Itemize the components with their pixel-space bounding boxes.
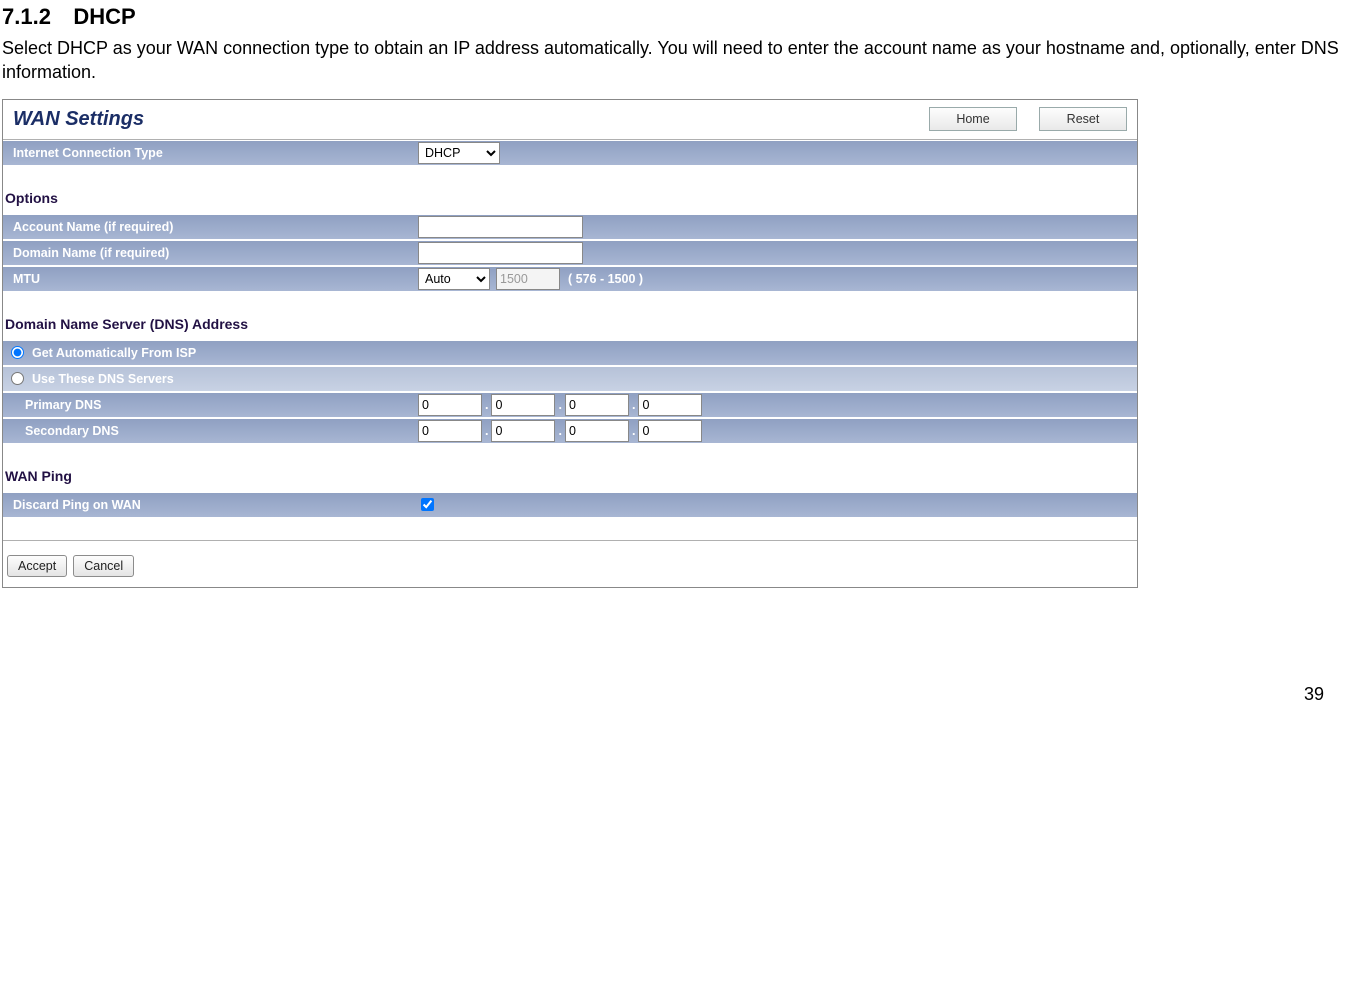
accept-button[interactable]: Accept — [7, 555, 67, 577]
divider — [3, 540, 1137, 541]
primary-dns-octet-1[interactable] — [418, 394, 482, 416]
secondary-dns-octet-2[interactable] — [491, 420, 555, 442]
mtu-row: MTU Auto ( 576 - 1500 ) — [3, 266, 1137, 292]
home-button[interactable]: Home — [929, 107, 1017, 131]
domain-name-row: Domain Name (if required) — [3, 240, 1137, 266]
secondary-dns-octet-4[interactable] — [638, 420, 702, 442]
domain-name-input[interactable] — [418, 242, 583, 264]
account-name-input[interactable] — [418, 216, 583, 238]
page-title: WAN Settings — [3, 100, 929, 139]
dot-icon: . — [485, 424, 488, 438]
options-heading: Options — [3, 166, 1137, 214]
mtu-mode-select[interactable]: Auto — [418, 268, 490, 290]
internet-connection-type-label: Internet Connection Type — [13, 146, 418, 160]
internet-connection-type-select[interactable]: DHCP — [418, 142, 500, 164]
discard-ping-row: Discard Ping on WAN — [3, 492, 1137, 518]
dns-use-label: Use These DNS Servers — [32, 372, 174, 386]
secondary-dns-row: Secondary DNS . . . — [3, 418, 1137, 444]
account-name-label: Account Name (if required) — [13, 220, 418, 234]
page-number: 39 — [0, 588, 1348, 717]
dns-auto-label: Get Automatically From ISP — [32, 346, 196, 360]
section-number: 7.1.2 — [2, 4, 51, 30]
internet-connection-type-row: Internet Connection Type DHCP — [3, 140, 1137, 166]
secondary-dns-octet-1[interactable] — [418, 420, 482, 442]
primary-dns-octet-4[interactable] — [638, 394, 702, 416]
mtu-label: MTU — [13, 272, 418, 286]
mtu-value-input — [496, 268, 560, 290]
secondary-dns-label: Secondary DNS — [25, 424, 418, 438]
dot-icon: . — [632, 424, 635, 438]
wan-ping-heading: WAN Ping — [3, 444, 1137, 492]
dot-icon: . — [632, 398, 635, 412]
domain-name-label: Domain Name (if required) — [13, 246, 418, 260]
dns-auto-radio[interactable] — [11, 346, 24, 359]
section-intro-text: Select DHCP as your WAN connection type … — [0, 32, 1348, 99]
dns-heading: Domain Name Server (DNS) Address — [3, 292, 1137, 340]
dns-auto-row: Get Automatically From ISP — [3, 340, 1137, 366]
wan-settings-screenshot: WAN Settings Home Reset Internet Connect… — [2, 99, 1138, 588]
secondary-dns-octet-3[interactable] — [565, 420, 629, 442]
account-name-row: Account Name (if required) — [3, 214, 1137, 240]
dot-icon: . — [558, 398, 561, 412]
dot-icon: . — [558, 424, 561, 438]
primary-dns-row: Primary DNS . . . — [3, 392, 1137, 418]
section-title: DHCP — [73, 4, 135, 30]
primary-dns-octet-2[interactable] — [491, 394, 555, 416]
dot-icon: . — [485, 398, 488, 412]
primary-dns-label: Primary DNS — [25, 398, 418, 412]
primary-dns-octet-3[interactable] — [565, 394, 629, 416]
mtu-range-text: ( 576 - 1500 ) — [568, 272, 643, 286]
reset-button[interactable]: Reset — [1039, 107, 1127, 131]
dns-use-row: Use These DNS Servers — [3, 366, 1137, 392]
cancel-button[interactable]: Cancel — [73, 555, 134, 577]
discard-ping-checkbox[interactable] — [421, 498, 434, 511]
dns-use-radio[interactable] — [11, 372, 24, 385]
discard-ping-label: Discard Ping on WAN — [13, 498, 421, 512]
